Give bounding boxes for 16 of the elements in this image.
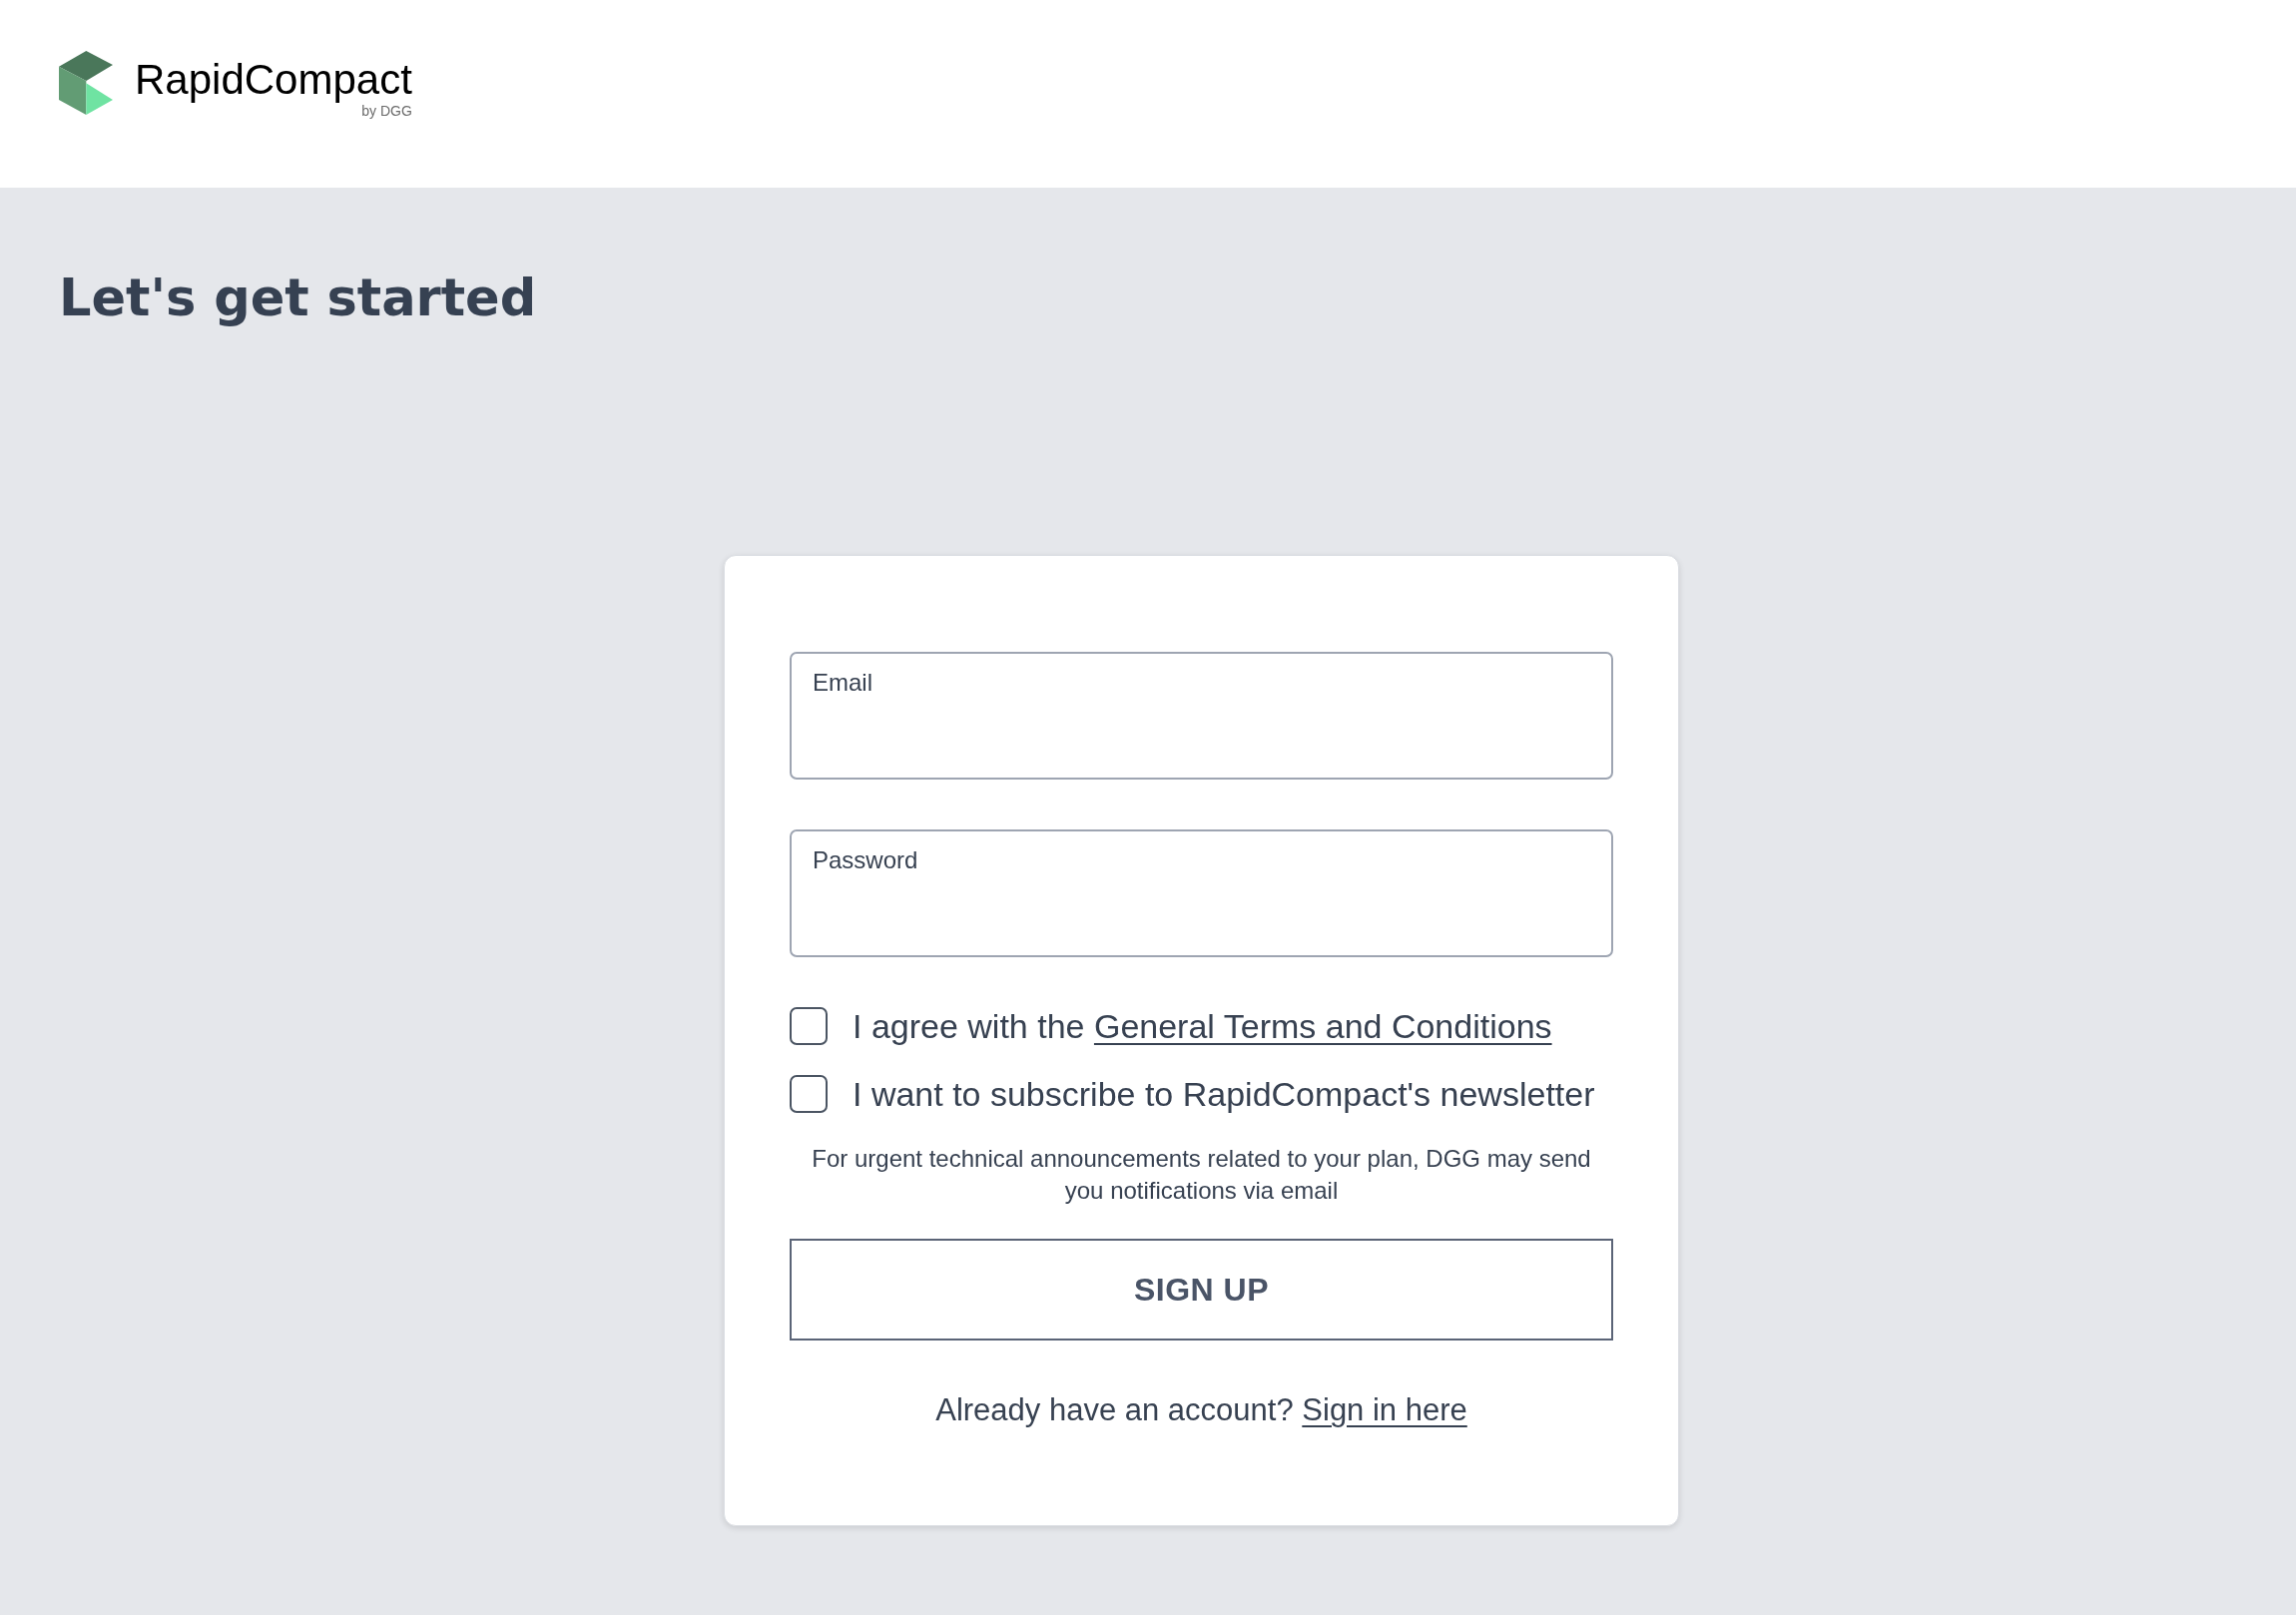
sign-in-link[interactable]: Sign in here: [1302, 1392, 1467, 1427]
field-label: Password: [813, 845, 918, 875]
field-label: Email: [813, 668, 872, 698]
brand-tagline: by DGG: [361, 103, 412, 119]
checkbox-label: I want to subscribe to RapidCompact's newsletter: [853, 1074, 1595, 1114]
sign-in-prompt: Already have an account? Sign in here: [934, 1391, 1468, 1429]
checkbox-label: I agree with the General Terms and Conditions: [853, 1006, 1552, 1046]
page-title: Let's get started: [59, 268, 537, 328]
cube-logo-icon: [59, 51, 113, 115]
checkbox[interactable]: [790, 1075, 828, 1113]
email-field[interactable]: Email: [790, 652, 1613, 780]
sign-up-button[interactable]: SIGN UP: [790, 1239, 1613, 1341]
terms-link[interactable]: General Terms and Conditions: [1093, 1007, 1552, 1045]
password-field[interactable]: Password: [790, 829, 1613, 957]
checkbox[interactable]: [790, 1007, 828, 1045]
notice-text: For urgent technical announcements related to your plan, DGG may send you notifications via email: [811, 1144, 1592, 1206]
